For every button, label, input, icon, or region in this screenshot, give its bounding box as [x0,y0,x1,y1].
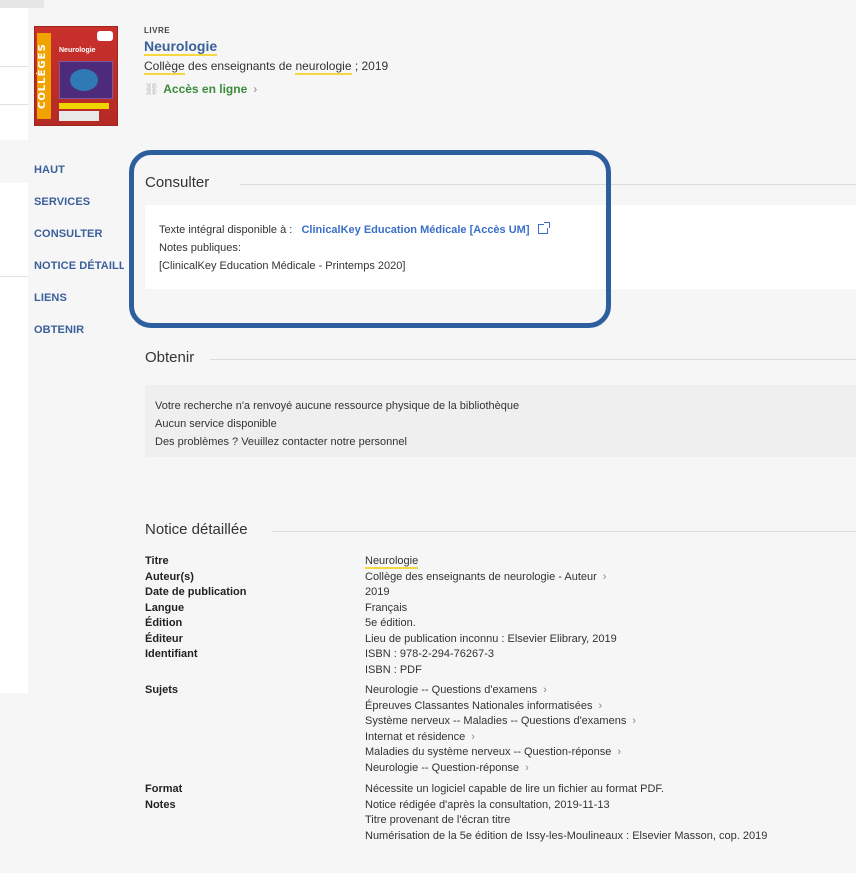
detail-label: Format [145,783,183,795]
nav-haut[interactable]: HAUT [0,162,124,194]
obtenir-line: Des problèmes ? Veuillez contacter notre… [155,436,407,448]
obtenir-lines: Votre recherche n'a renvoyé aucune resso… [155,397,846,451]
detail-label: Sujets [145,684,179,696]
cover-illustration-brain [70,69,98,91]
detail-label: Identifiant [145,648,198,660]
detail-value: 2019 [365,586,390,598]
obtenir-line: Votre recherche n'a renvoyé aucune resso… [155,400,520,412]
obtenir-card: Votre recherche n'a renvoyé aucune resso… [145,385,856,457]
chevron-right-icon: › [617,746,622,758]
author-highlight: neurologie [295,59,352,75]
highlight-box [129,150,611,328]
detail-row-notes: Notes Notice rédigée d'après la consulta… [145,798,845,845]
detail-label: Langue [145,601,185,614]
detail-row-titre: Titre Neurologie [145,554,845,570]
chevron-right-icon: › [598,699,603,712]
left-divider [0,104,28,105]
detail-value: Français [365,601,408,614]
subject-text[interactable]: Internat et résidence [365,731,465,743]
detail-row-editeur: Éditeur Lieu de publication inconnu : El… [145,632,845,648]
chevron-right-icon: › [602,570,607,583]
author-suffix: ; 2019 [351,59,389,73]
chevron-right-icon: › [471,730,475,743]
nav-liens[interactable]: LIENS [0,290,124,322]
subject-text[interactable]: Neurologie -- Question-réponse [365,762,519,774]
subject-link[interactable]: Système nerveux -- Maladies -- Questions… [365,714,845,730]
author-mid: des enseignants de [184,59,296,73]
detail-value: Notice rédigée d'après la consultation, … [365,798,610,811]
subject-link[interactable]: Neurologie -- Questions d'examens › [365,683,845,699]
detail-label: Notes [145,798,176,811]
obtenir-title: Obtenir [145,349,205,366]
detail-value[interactable]: Neurologie [365,554,845,570]
detail-label: Édition [145,617,183,629]
subject-link[interactable]: Épreuves Classantes Nationales informati… [365,699,845,715]
detail-label: Date de publication [145,586,247,598]
notice-title: Notice détaillée [145,521,258,538]
detail-value: 5e édition. [365,617,416,629]
chevron-right-icon: › [525,761,529,774]
obtenir-line: Aucun service disponible [155,418,277,430]
detail-value: Nécessite un logiciel capable de lire un… [365,783,664,795]
online-access-link[interactable]: ⛓ Accès en ligne › [144,82,257,96]
subject-link[interactable]: Maladies du système nerveux -- Question-… [365,745,845,761]
subject-text[interactable]: Épreuves Classantes Nationales informati… [365,700,592,712]
obtenir-rule [210,359,856,360]
nav-consulter[interactable]: CONSULTER [0,226,124,258]
cover-tag [59,103,109,109]
notice-details: Titre Neurologie Auteur(s) Collège des e… [145,554,845,844]
detail-row-edition: Édition 5e édition. [145,616,845,632]
detail-value: Titre provenant de l'écran titre [365,814,511,826]
online-access-label[interactable]: Accès en ligne [163,82,247,96]
chevron-right-icon: › [632,715,636,727]
notice-rule [272,531,856,532]
detail-value[interactable]: Collège des enseignants de neurologie - … [365,570,845,586]
top-bar [0,0,856,8]
cover-subtitle-block [59,111,99,121]
subject-link[interactable]: Internat et résidence › [365,730,845,746]
subject-text[interactable]: Système nerveux -- Maladies -- Questions… [365,715,626,727]
left-divider [0,66,28,67]
subject-text[interactable]: Neurologie -- Questions d'examens [365,684,537,696]
book-cover[interactable]: COLLÈGES Neurologie [34,26,118,126]
link-icon: ⛓ [144,82,160,96]
detail-label: Titre [145,555,169,567]
chevron-right-icon: › [253,82,258,96]
left-panel-top [0,8,28,140]
detail-value: ISBN : PDF [365,663,422,676]
detail-row-format: Format Nécessite un logiciel capable de … [145,782,845,798]
nav-services[interactable]: SERVICES [0,194,124,226]
detail-label: Auteur(s) [145,570,194,583]
nav-notice-detaillee[interactable]: NOTICE DÉTAILLÉE [0,258,124,290]
detail-row-identifiant: Identifiant ISBN : 978-2-294-76267-3 ISB… [145,647,845,678]
record-author: Collège des enseignants de neurologie ; … [144,59,389,75]
detail-row-auteur: Auteur(s) Collège des enseignants de neu… [145,570,845,586]
record-title-text[interactable]: Neurologie [144,38,218,56]
nav-obtenir[interactable]: OBTENIR [0,322,124,354]
detail-row-sujets: Sujets Neurologie -- Questions d'examens… [145,683,845,776]
subject-link[interactable]: Neurologie -- Question-réponse › [365,761,845,777]
cover-title: Neurologie [59,47,96,54]
cover-logo [97,31,113,41]
section-nav: HAUT SERVICES CONSULTER NOTICE DÉTAILLÉE… [0,162,124,354]
detail-label: Éditeur [145,632,183,645]
record-title[interactable]: Neurologie [144,38,218,56]
detail-value: Numérisation de la 5e édition de Issy-le… [365,829,768,842]
author-prefix: Collège [144,59,185,75]
detail-row-langue: Langue Français [145,601,845,617]
detail-value: ISBN : 978-2-294-76267-3 [365,648,495,660]
subject-text[interactable]: Maladies du système nerveux -- Question-… [365,746,611,758]
detail-value-text[interactable]: Neurologie [365,555,419,569]
tab-stub [0,0,44,8]
detail-row-date: Date de publication 2019 [145,585,845,601]
detail-value-text[interactable]: Collège des enseignants de neurologie - … [365,571,597,583]
chevron-right-icon: › [543,684,547,696]
record-type: LIVRE [144,26,171,35]
cover-spine-text: COLLÈGES [37,43,48,109]
detail-value: Lieu de publication inconnu : Elsevier E… [365,632,617,645]
